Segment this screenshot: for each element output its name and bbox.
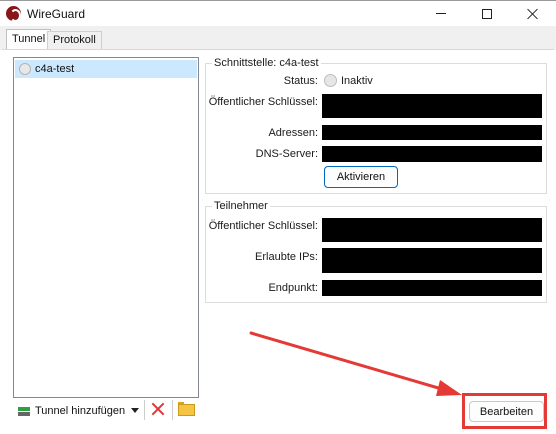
annotation-arrow: [249, 331, 462, 396]
